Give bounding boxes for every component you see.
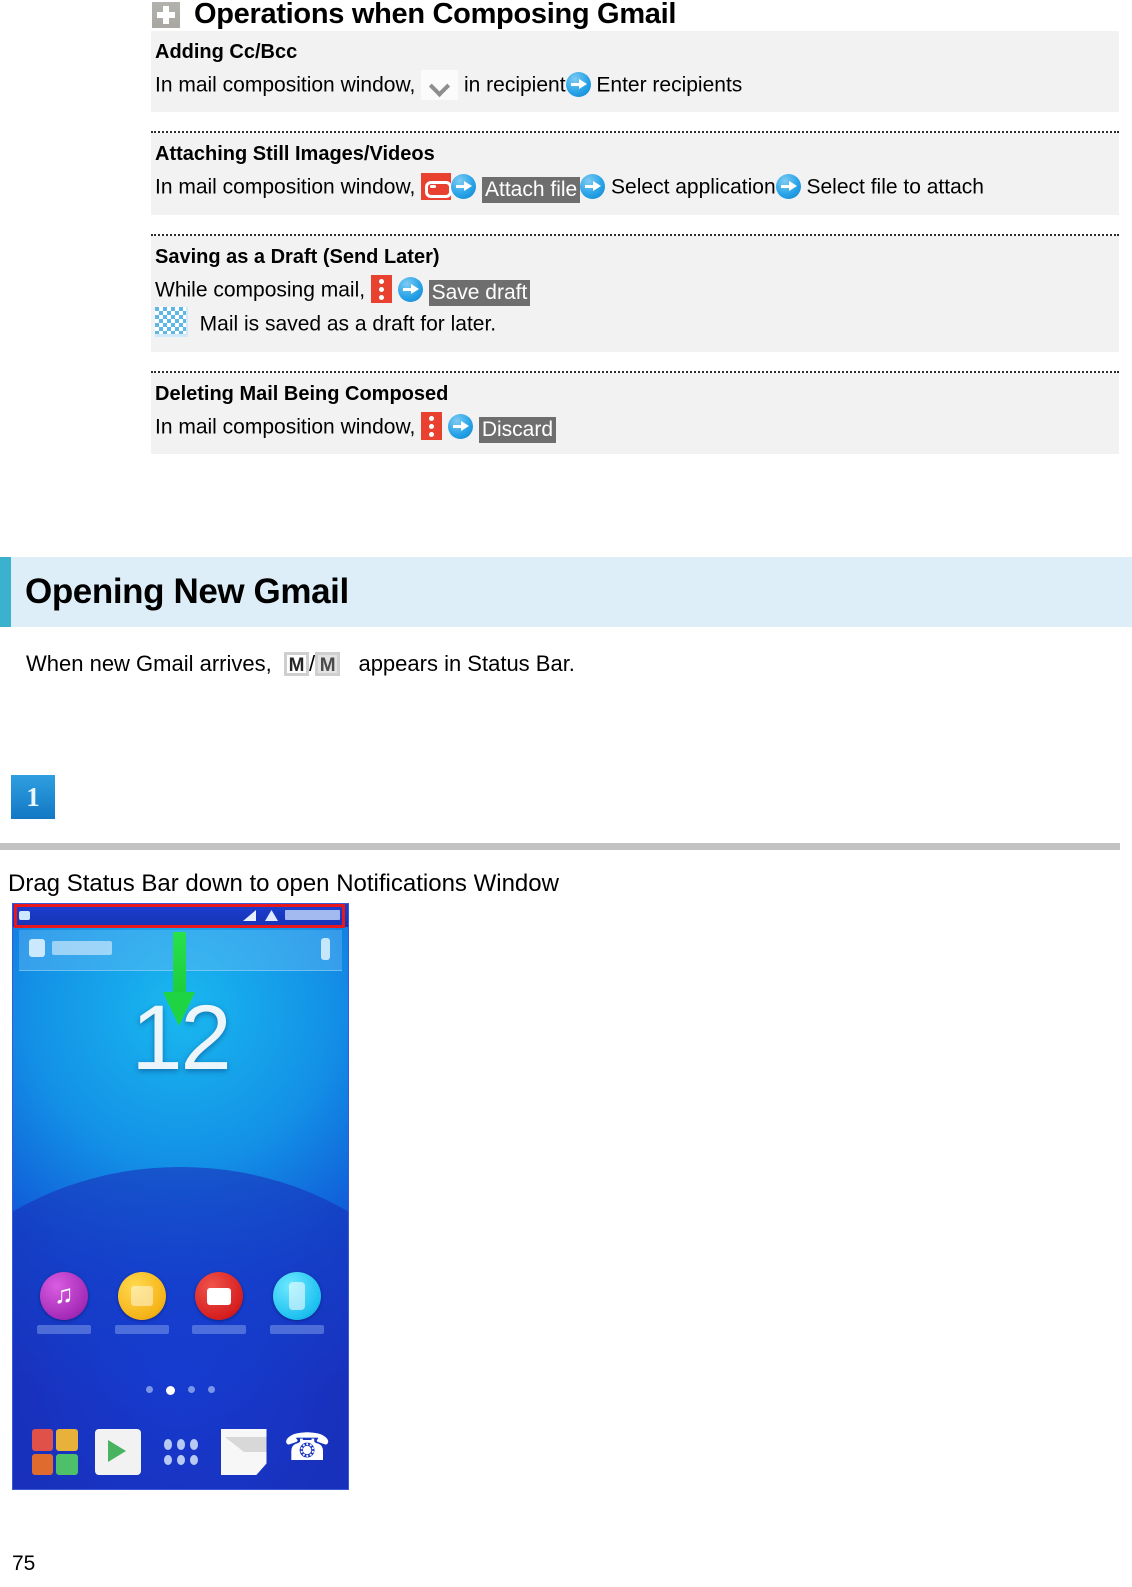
phone-dock [13,1425,348,1475]
intro-suffix: appears in Status Bar. [358,651,575,676]
section-intro: When new Gmail arrives, / appears in Sta… [26,648,575,682]
dot [189,1454,198,1465]
draft-note-icon [155,307,188,338]
blue-arrow-icon [447,413,473,439]
dot [163,1454,172,1465]
drag-down-arrow-icon [161,932,197,1042]
weather-right-icon [321,938,330,960]
page-number: 75 [12,1552,36,1575]
plus-icon [152,1,180,28]
blue-arrow-icon [451,174,477,200]
phone-screenshot: 12 [12,903,349,1490]
dock-widgets-icon[interactable] [31,1429,78,1475]
section-accent-bar [0,557,11,627]
operation-body: In mail composition window, in recipient… [155,68,1115,102]
tile-2 [56,1429,78,1451]
page-dot [208,1386,215,1393]
operations-title-text: Operations when Composing Gmail [194,0,677,30]
operation-note: Mail is saved as a draft for later. [155,307,1115,341]
page-dot [188,1386,195,1393]
operation-tail: Enter recipients [596,73,743,97]
operation-tail: Select file to attach [806,175,984,199]
phone-app-row [13,1272,348,1334]
dock-app-drawer-icon[interactable] [158,1429,204,1475]
app-label [192,1325,247,1334]
section-divider [151,214,1119,236]
music-icon [39,1272,88,1320]
page-dot-active [166,1386,175,1395]
app-label [114,1325,169,1334]
operation-mid: in recipient [463,73,566,97]
operation-item-attaching-images: Attaching Still Images/Videos In mail co… [151,133,1119,215]
blue-arrow-icon [580,174,606,200]
app-icon-music[interactable] [36,1272,91,1334]
dock-email-icon[interactable] [220,1429,267,1475]
operation-heading: Deleting Mail Being Composed [155,382,449,405]
section-divider [151,351,1119,373]
overflow-menu-icon[interactable] [421,411,443,440]
operation-prefix: In mail composition window, [155,73,416,97]
operation-heading: Attaching Still Images/Videos [155,143,435,166]
section-header: Opening New Gmail [0,557,1132,627]
album-icon [117,1272,166,1320]
blue-arrow-icon [775,174,801,200]
dot [189,1439,198,1450]
tile-3 [31,1453,53,1475]
overflow-menu-icon[interactable] [370,274,392,303]
operation-prefix: While composing mail, [155,278,366,302]
step-instruction: Drag Status Bar down to open Notificatio… [8,870,559,897]
weather-icon [29,939,45,957]
section-divider [151,112,1119,134]
home-page-indicator [13,1386,348,1395]
operation-body: In mail composition window, Attach file … [155,170,1115,204]
attach-clip-icon[interactable] [421,173,453,201]
status-bar-highlight-box [14,904,345,928]
app-icon-album[interactable] [114,1272,169,1334]
page-dot [146,1386,153,1393]
app-label [270,1325,325,1334]
app-icon-pulse[interactable] [270,1272,325,1334]
dock-play-store-icon[interactable] [94,1429,141,1475]
step-number-badge: 1 [11,775,55,819]
operation-body: In mail composition window, Discard [155,410,1115,444]
horizontal-rule [0,843,1120,850]
app-icon-video[interactable] [192,1272,247,1334]
highlight-discard[interactable]: Discard [478,416,557,443]
video-icon [195,1272,244,1320]
tile-4 [56,1453,78,1475]
operation-heading: Adding Cc/Bcc [155,41,298,63]
operations-list: Adding Cc/Bcc In mail composition window… [151,31,1119,455]
pulse-icon [273,1272,322,1320]
highlight-attach-file[interactable]: Attach file [481,177,581,204]
dot [163,1439,172,1450]
section-title: Opening New Gmail [25,572,349,611]
operation-prefix: In mail composition window, [155,175,416,199]
intro-prefix: When new Gmail arrives, [26,651,272,676]
blue-arrow-icon [397,276,423,302]
dock-phone-icon[interactable] [284,1425,330,1475]
highlight-save-draft[interactable]: Save draft [428,279,531,306]
operation-item-saving-draft: Saving as a Draft (Send Later) While com… [151,235,1119,352]
operation-note-text: Mail is saved as a draft for later. [199,312,497,336]
operation-prefix: In mail composition window, [155,415,416,439]
weather-label [52,941,112,955]
operation-item-deleting-mail: Deleting Mail Being Composed In mail com… [151,372,1119,455]
app-label [36,1325,91,1334]
operation-item-adding-cc-bcc: Adding Cc/Bcc In mail composition window… [151,31,1119,113]
dot [176,1439,185,1450]
arrow-head [163,992,195,1026]
operations-title: Operations when Composing Gmail [152,0,676,31]
blue-arrow-icon [565,72,591,97]
gmail-new-icon [283,650,309,682]
dot [176,1454,185,1465]
operation-heading: Saving as a Draft (Send Later) [155,245,440,268]
operation-body: While composing mail, Save draft [155,273,1115,307]
chevron-down-icon[interactable] [421,70,459,100]
tile-1 [31,1429,53,1451]
gmail-new-alt-icon [315,650,341,682]
operation-mid: Select application [611,175,776,199]
